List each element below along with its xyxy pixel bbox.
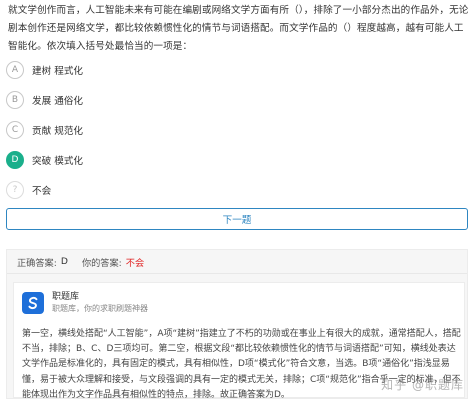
option-b-badge: B: [6, 91, 24, 109]
brand-name: 职题库: [52, 292, 80, 302]
watermark: 知乎 @职题库: [381, 378, 464, 392]
option-c-text: 贡献 规范化: [32, 126, 84, 137]
option-dont-know[interactable]: ? 不会: [6, 176, 466, 204]
option-d[interactable]: D 突破 模式化: [6, 146, 466, 174]
your-answer-value: 不会: [125, 257, 145, 269]
option-d-badge: D: [6, 151, 24, 169]
next-question-button[interactable]: 下一题: [6, 208, 468, 230]
option-dont-know-text: 不会: [32, 186, 52, 197]
option-c[interactable]: C 贡献 规范化: [6, 116, 466, 144]
question-mark-icon: ?: [6, 181, 24, 199]
your-answer-label: 你的答案:: [81, 257, 122, 269]
question-stem: 就文学创作而言，人工智能未来有可能在编剧或网络文学方面有所（），排除了一小部分杰…: [8, 5, 469, 52]
option-d-text: 突破 模式化: [32, 156, 84, 167]
option-b-text: 发展 通俗化: [32, 96, 84, 107]
answer-summary: 正确答案: D 你的答案: 不会: [7, 250, 467, 274]
correct-answer-label: 正确答案:: [17, 257, 57, 269]
brand-logo-icon: [22, 292, 44, 314]
brand-slogan: 职题库，你的求职刷题神器: [52, 304, 148, 313]
option-a-badge: A: [6, 61, 24, 79]
brand-header: 职题库 职题库，你的求职刷题神器: [22, 291, 148, 315]
option-c-badge: C: [6, 121, 24, 139]
option-a-text: 建树 程式化: [32, 66, 84, 77]
option-b[interactable]: B 发展 通俗化: [6, 86, 466, 114]
correct-answer-value: D: [60, 256, 68, 267]
options-list: A 建树 程式化 B 发展 通俗化 C 贡献 规范化 D 突破 模式化 ? 不会: [6, 56, 466, 206]
option-a[interactable]: A 建树 程式化: [6, 56, 466, 84]
